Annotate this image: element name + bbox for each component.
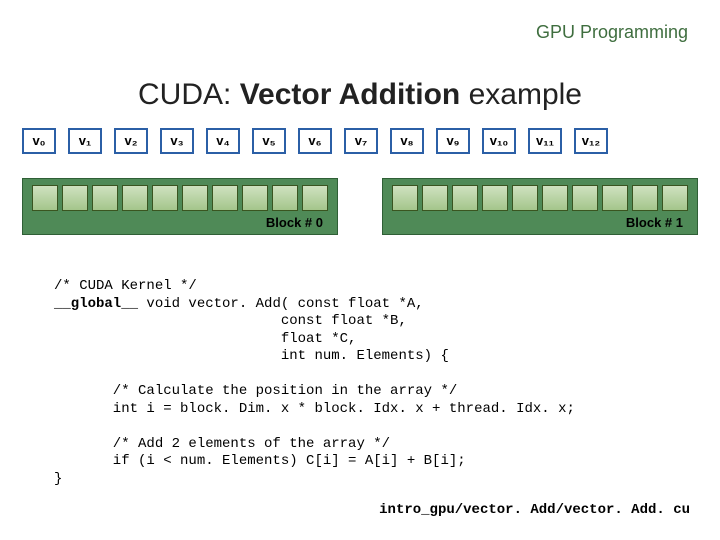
core-cell (422, 185, 448, 211)
core-cell (212, 185, 238, 211)
core-cell (392, 185, 418, 211)
vector-cell: v₀ (22, 128, 56, 154)
core-cell (152, 185, 178, 211)
core-cell (542, 185, 568, 211)
core-cell (182, 185, 208, 211)
vector-cell: v₅ (252, 128, 286, 154)
core-cell (632, 185, 658, 211)
vector-cell: v₁ (68, 128, 102, 154)
block-row: Block # 0 Block # 1 (22, 178, 698, 235)
core-cell (302, 185, 328, 211)
core-cell (662, 185, 688, 211)
core-cell (92, 185, 118, 211)
core-cell (602, 185, 628, 211)
code-block: /* CUDA Kernel */ __global__ void vector… (54, 278, 575, 488)
core-row (31, 185, 329, 211)
core-cell (32, 185, 58, 211)
code-line: int i = block. Dim. x * block. Idx. x + … (54, 401, 575, 417)
core-cell (242, 185, 268, 211)
vector-cell: v₃ (160, 128, 194, 154)
vector-cell: v₁₂ (574, 128, 608, 154)
code-line: /* Calculate the position in the array *… (54, 383, 457, 399)
gpu-block-0: Block # 0 (22, 178, 338, 235)
vector-cell: v₈ (390, 128, 424, 154)
vector-row: v₀ v₁ v₂ v₃ v₄ v₅ v₆ v₇ v₈ v₉ v₁₀ v₁₁ v₁… (22, 128, 698, 154)
file-path: intro_gpu/vector. Add/vector. Add. cu (379, 502, 690, 518)
page-header: GPU Programming (536, 22, 688, 43)
block-label: Block # 0 (31, 215, 329, 230)
gpu-block-1: Block # 1 (382, 178, 698, 235)
vector-cell: v₂ (114, 128, 148, 154)
code-line: if (i < num. Elements) C[i] = A[i] + B[i… (54, 453, 466, 469)
vector-cell: v₁₀ (482, 128, 516, 154)
code-line: /* Add 2 elements of the array */ (54, 436, 390, 452)
title-prefix: CUDA: (138, 78, 240, 111)
code-line: const float *B, (54, 313, 407, 329)
vector-cell: v₉ (436, 128, 470, 154)
core-cell (122, 185, 148, 211)
block-label: Block # 1 (391, 215, 689, 230)
title-bold: Vector Addition (240, 78, 461, 111)
core-cell (512, 185, 538, 211)
vector-cell: v₇ (344, 128, 378, 154)
core-cell (452, 185, 478, 211)
code-line: float *C, (54, 331, 356, 347)
vector-cell: v₁₁ (528, 128, 562, 154)
title-suffix: example (460, 78, 582, 111)
code-line: void vector. Add( const float *A, (138, 296, 424, 312)
core-cell (482, 185, 508, 211)
code-line: int num. Elements) { (54, 348, 449, 364)
code-line: } (54, 471, 62, 487)
core-cell (572, 185, 598, 211)
core-row (391, 185, 689, 211)
slide-title: CUDA: Vector Addition example (0, 78, 720, 112)
vector-cell: v₆ (298, 128, 332, 154)
core-cell (62, 185, 88, 211)
code-keyword: __global__ (54, 296, 138, 312)
code-line: /* CUDA Kernel */ (54, 278, 197, 294)
vector-cell: v₄ (206, 128, 240, 154)
vector-diagram: v₀ v₁ v₂ v₃ v₄ v₅ v₆ v₇ v₈ v₉ v₁₀ v₁₁ v₁… (22, 128, 698, 154)
core-cell (272, 185, 298, 211)
